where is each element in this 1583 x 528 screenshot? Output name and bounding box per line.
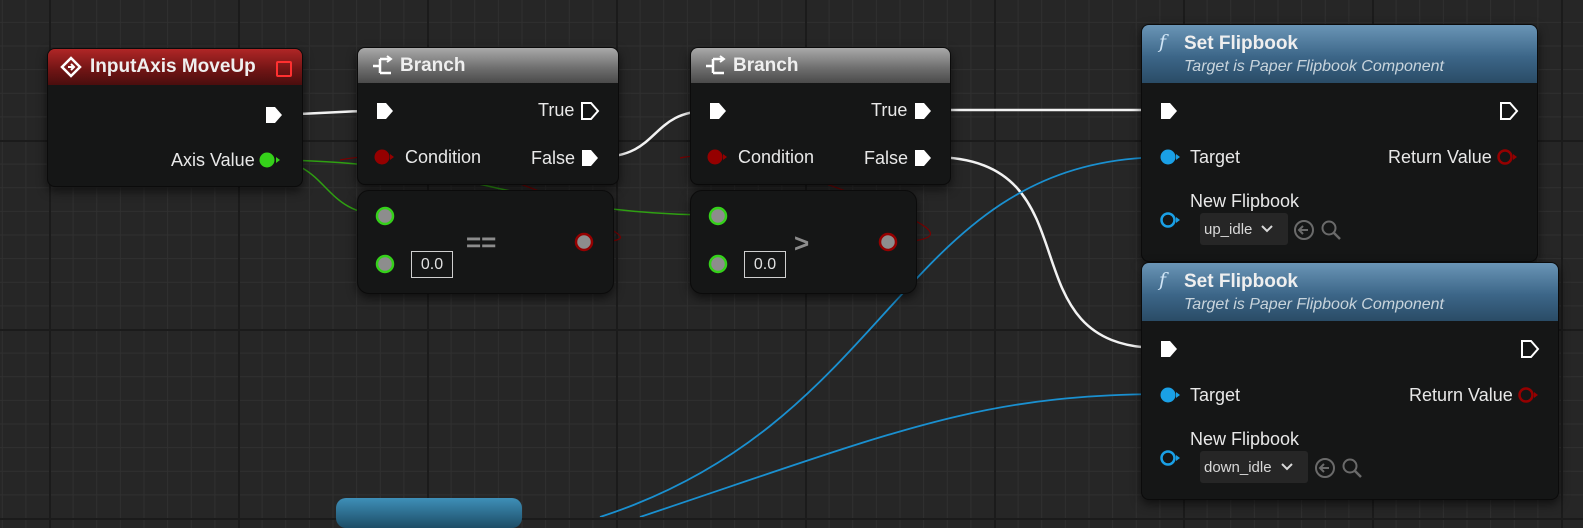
event-node-title: InputAxis MoveUp [90, 56, 256, 77]
target-label: Target [1190, 147, 1241, 167]
set-flipbook-title: Set Flipbook [1184, 270, 1298, 292]
function-icon: f [1159, 269, 1167, 291]
delegate-output-icon[interactable] [276, 61, 292, 77]
exec-output-pin[interactable] [1520, 339, 1540, 359]
set-flipbook-subtitle: Target is Paper Flipbook Component [1184, 295, 1444, 313]
branch-header: Branch [358, 48, 618, 83]
equal-value-input[interactable]: 0.0 [411, 251, 453, 278]
exec-output-pin[interactable] [1499, 101, 1519, 121]
set-flipbook-node-2[interactable]: f Set Flipbook Target is Paper Flipbook … [1141, 262, 1559, 500]
axis-value-label: Axis Value [171, 150, 255, 170]
branch-title: Branch [400, 54, 466, 76]
object-wire [639, 393, 1169, 517]
set-flipbook-header: f Set Flipbook Target is Paper Flipbook … [1142, 263, 1558, 321]
browse-asset-icon[interactable] [1341, 457, 1363, 479]
greater-operator: > [794, 228, 810, 258]
return-value-pin[interactable] [1515, 386, 1541, 404]
branch-icon [706, 54, 726, 74]
equal-operator: == [466, 227, 497, 257]
false-exec-pin[interactable] [580, 148, 600, 168]
new-flipbook-pin[interactable] [1157, 211, 1183, 229]
condition-pin[interactable] [372, 148, 396, 166]
exec-output-pin[interactable] [264, 105, 284, 125]
target-pin[interactable] [1157, 386, 1183, 404]
branch-header: Branch [691, 48, 950, 83]
branch-title: Branch [733, 54, 799, 76]
event-node-header: InputAxis MoveUp [48, 49, 302, 85]
flipbook-asset-value: down_idle [1204, 458, 1272, 476]
equal-compact-node[interactable]: 0.0 == [357, 190, 614, 294]
set-flipbook-node-1[interactable]: f Set Flipbook Target is Paper Flipbook … [1141, 24, 1538, 262]
new-flipbook-pin[interactable] [1157, 449, 1183, 467]
target-label: Target [1190, 385, 1241, 405]
condition-label: Condition [738, 147, 815, 167]
greater-input-b-pin[interactable] [707, 253, 729, 275]
flipbook-asset-dropdown[interactable]: down_idle [1200, 451, 1308, 483]
exec-input-pin[interactable] [375, 101, 395, 121]
greater-value-input[interactable]: 0.0 [744, 251, 786, 278]
flipbook-asset-dropdown[interactable]: up_idle [1200, 213, 1288, 245]
condition-pin[interactable] [705, 148, 729, 166]
use-selected-asset-icon[interactable] [1314, 457, 1336, 479]
equal-input-b-pin[interactable] [374, 253, 396, 275]
true-exec-pin[interactable] [913, 101, 933, 121]
partial-variable-node[interactable] [336, 498, 522, 528]
exec-input-pin[interactable] [708, 101, 728, 121]
chevron-down-icon [1261, 225, 1274, 233]
equal-input-a-pin[interactable] [374, 205, 396, 227]
branch-node-2[interactable]: Branch True Condition False [690, 47, 951, 185]
branch-node-1[interactable]: Branch True Condition False [357, 47, 619, 185]
chevron-down-icon [1280, 463, 1293, 471]
exec-wire [931, 155, 1161, 350]
set-flipbook-subtitle: Target is Paper Flipbook Component [1184, 57, 1444, 75]
new-flipbook-label: New Flipbook [1190, 191, 1300, 211]
false-label: False [531, 148, 576, 168]
greater-compact-node[interactable]: 0.0 > [690, 190, 917, 294]
greater-input-a-pin[interactable] [707, 205, 729, 227]
condition-label: Condition [405, 147, 482, 167]
exec-input-pin[interactable] [1159, 101, 1179, 121]
axis-value-pin[interactable] [258, 151, 282, 169]
true-label: True [538, 100, 575, 120]
return-value-label: Return Value [1388, 147, 1492, 167]
use-selected-asset-icon[interactable] [1293, 219, 1315, 241]
input-axis-event-node[interactable]: InputAxis MoveUp Axis Value [47, 48, 303, 187]
equal-output-pin[interactable] [573, 231, 595, 253]
function-icon: f [1159, 31, 1167, 53]
return-value-label: Return Value [1409, 385, 1513, 405]
flipbook-asset-value: up_idle [1204, 220, 1253, 238]
set-flipbook-title: Set Flipbook [1184, 32, 1298, 54]
true-label: True [871, 100, 908, 120]
false-exec-pin[interactable] [913, 148, 933, 168]
greater-output-pin[interactable] [877, 231, 899, 253]
true-exec-pin[interactable] [580, 101, 600, 121]
new-flipbook-label: New Flipbook [1190, 429, 1300, 449]
branch-icon [373, 54, 393, 74]
return-value-pin[interactable] [1494, 148, 1520, 166]
event-diamond-icon [60, 56, 82, 78]
target-pin[interactable] [1157, 148, 1183, 166]
false-label: False [864, 148, 909, 168]
exec-input-pin[interactable] [1159, 339, 1179, 359]
set-flipbook-header: f Set Flipbook Target is Paper Flipbook … [1142, 25, 1537, 83]
browse-asset-icon[interactable] [1320, 219, 1342, 241]
